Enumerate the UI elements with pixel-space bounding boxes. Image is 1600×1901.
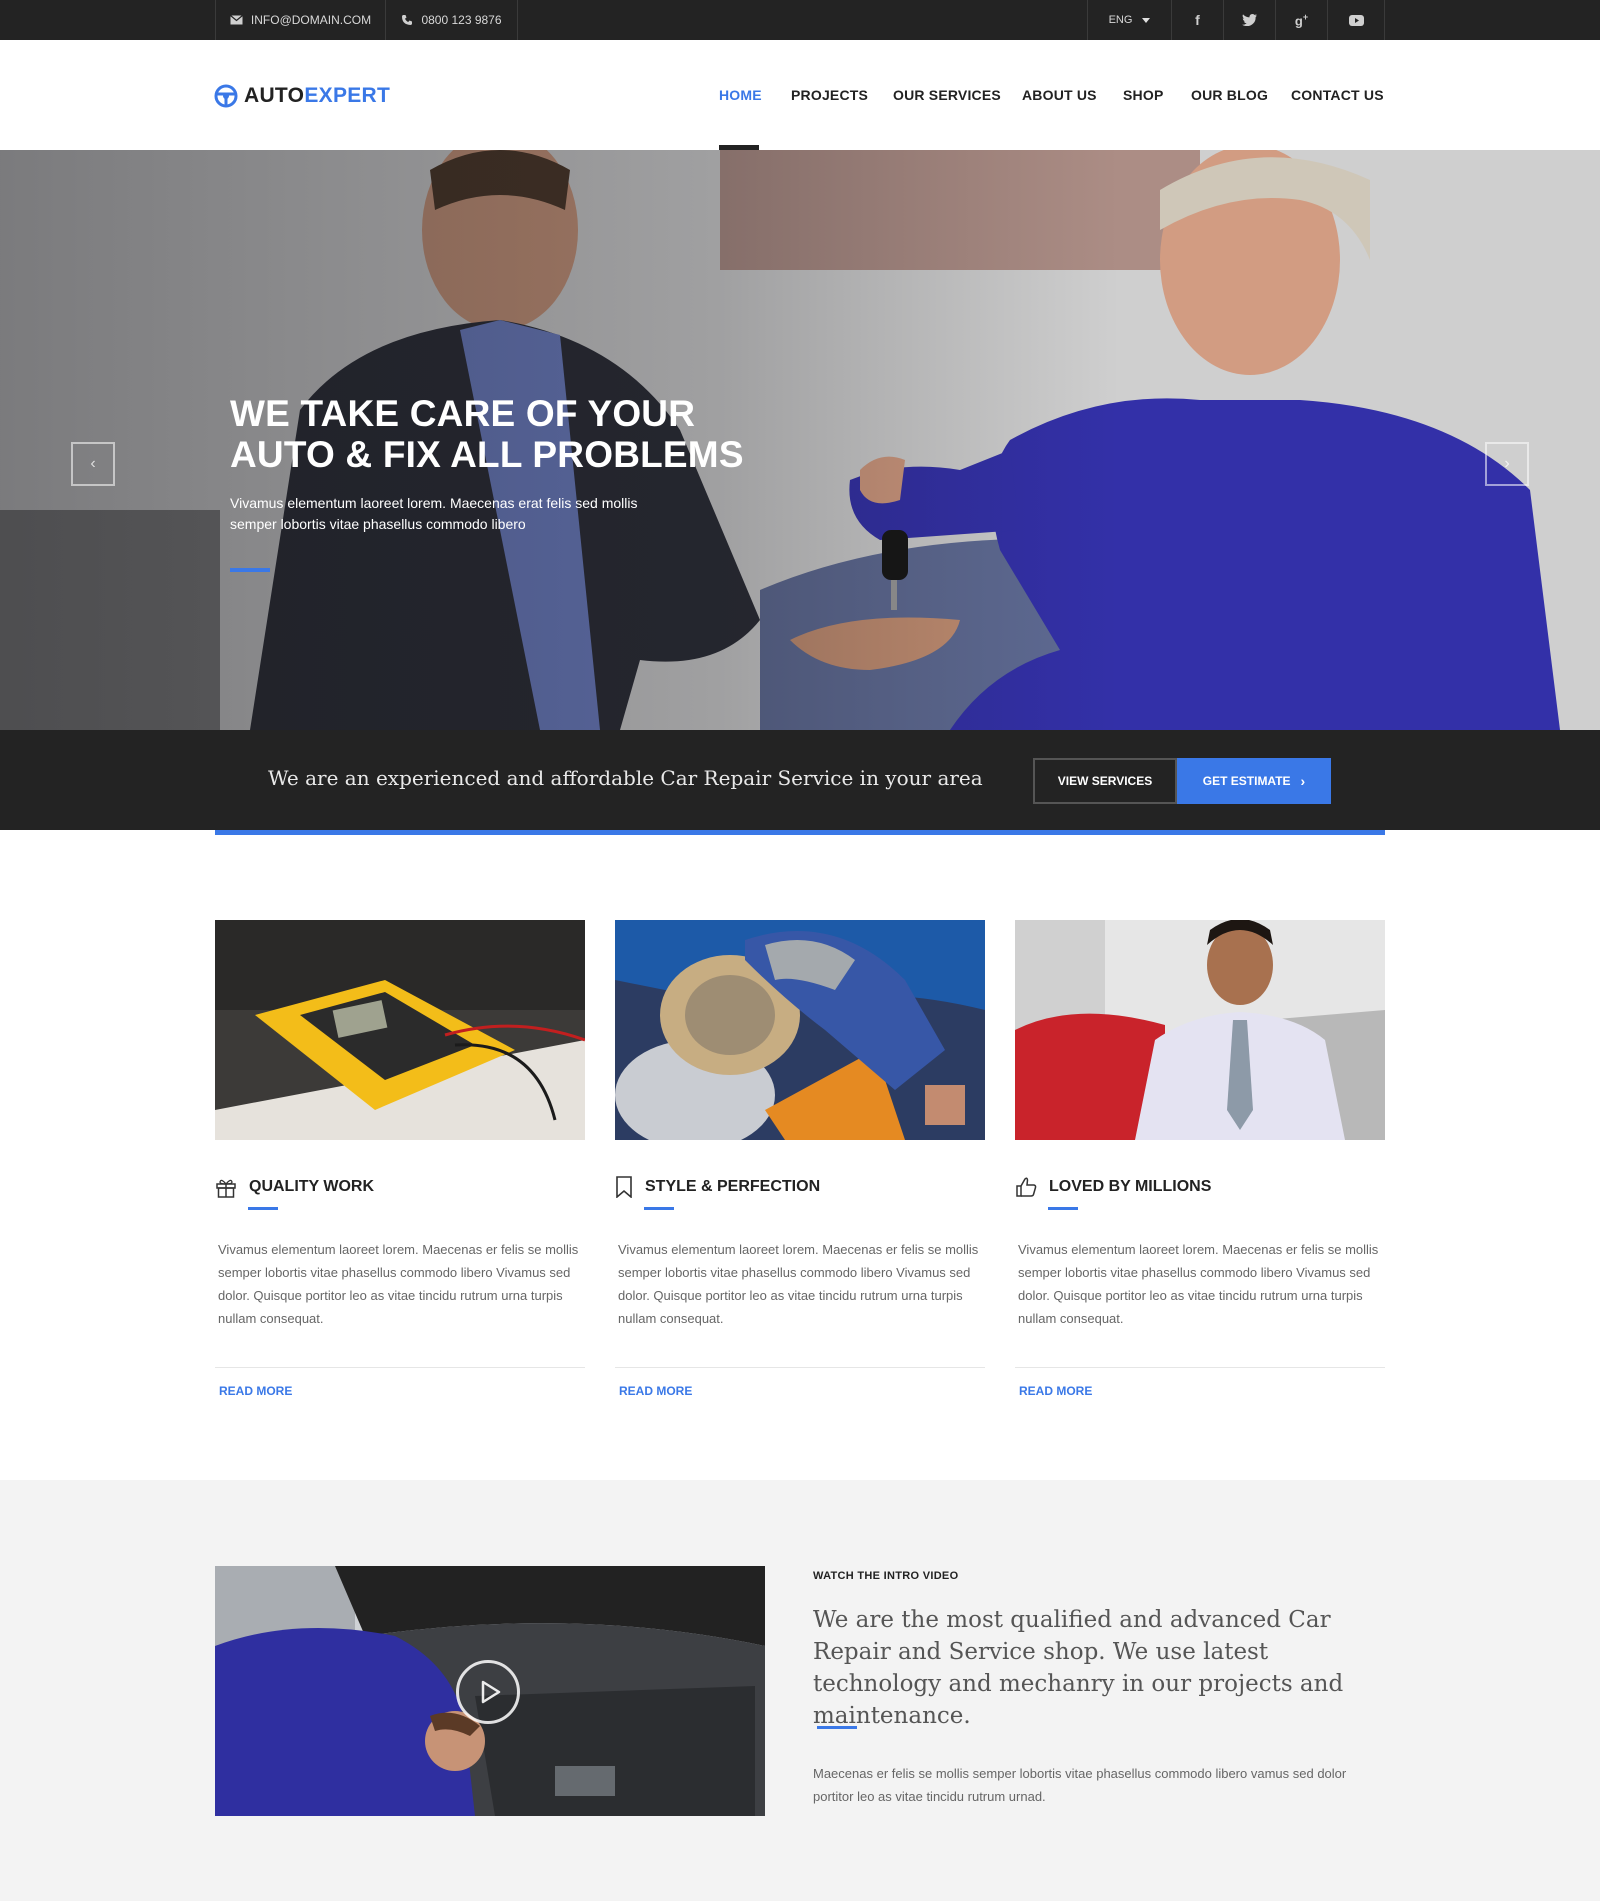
- nav-home[interactable]: HOME: [719, 40, 762, 150]
- feature-title: QUALITY WORK: [215, 1176, 374, 1198]
- phone-icon: [401, 14, 413, 26]
- gift-icon: [215, 1176, 237, 1198]
- cta-text: We are an experienced and affordable Car…: [268, 766, 983, 790]
- intro-video-player[interactable]: [215, 1566, 765, 1816]
- twitter-link[interactable]: [1223, 0, 1275, 40]
- play-button[interactable]: [456, 1660, 520, 1724]
- feature-image-polisher: [615, 920, 985, 1140]
- feature-divider: [215, 1367, 585, 1368]
- feature-image-multimeter: [215, 920, 585, 1140]
- feature-description: Vivamus elementum laoreet lorem. Maecena…: [618, 1242, 979, 1326]
- get-estimate-button[interactable]: GET ESTIMATE ›: [1177, 758, 1331, 804]
- feature-accent-bar: [644, 1207, 674, 1210]
- bookmark-icon: [615, 1176, 633, 1198]
- phone-link[interactable]: 0800 123 9876: [385, 0, 518, 40]
- slider-next-button[interactable]: ›: [1485, 442, 1529, 486]
- intro-accent-bar: [817, 1726, 857, 1729]
- feature-title: LOVED BY MILLIONS: [1015, 1176, 1211, 1198]
- intro-text: Maecenas er felis se mollis semper lobor…: [813, 1766, 1347, 1804]
- feature-divider: [1015, 1367, 1385, 1368]
- intro-heading: We are the most qualified and advanced C…: [813, 1607, 1344, 1729]
- facebook-link[interactable]: f: [1171, 0, 1223, 40]
- site-header: AUTO EXPERT HOME PROJECTS OUR SERVICES AB…: [0, 40, 1600, 150]
- email-link[interactable]: INFO@DOMAIN.COM: [215, 0, 385, 40]
- intro-kicker: WATCH THE INTRO VIDEO: [813, 1570, 959, 1582]
- google-plus-icon: g+: [1294, 11, 1309, 29]
- nav-our-blog[interactable]: OUR BLOG: [1191, 40, 1268, 150]
- site-logo[interactable]: AUTO EXPERT: [214, 84, 390, 108]
- feature-title-text: STYLE & PERFECTION: [645, 1178, 821, 1195]
- top-bar: INFO@DOMAIN.COM 0800 123 9876 ENG f g+: [0, 0, 1600, 40]
- phone-text: 0800 123 9876: [421, 13, 502, 27]
- feature-title-text: QUALITY WORK: [249, 1178, 375, 1195]
- feature-quality-work: QUALITY WORK Vivamus elementum laoreet l…: [215, 920, 585, 1398]
- feature-accent-bar: [1048, 1207, 1078, 1210]
- hero-accent-bar: [230, 568, 270, 572]
- view-services-button[interactable]: VIEW SERVICES: [1033, 758, 1177, 804]
- read-more-link[interactable]: READ MORE: [1019, 1384, 1092, 1398]
- nav-contact-us[interactable]: CONTACT US: [1291, 40, 1384, 150]
- hero-slider: ‹ › WE TAKE CARE OF YOUR AUTO & FIX ALL …: [0, 150, 1600, 730]
- nav-about-us[interactable]: ABOUT US: [1022, 40, 1097, 150]
- language-label: ENG: [1108, 14, 1133, 26]
- chevron-left-icon: ‹: [90, 455, 96, 472]
- hero-subtitle: Vivamus elementum laoreet lorem. Maecena…: [230, 493, 650, 535]
- twitter-icon: [1242, 14, 1257, 26]
- feature-title-text: LOVED BY MILLIONS: [1049, 1178, 1212, 1195]
- nav-our-services[interactable]: OUR SERVICES: [893, 40, 1001, 150]
- read-more-link[interactable]: READ MORE: [219, 1384, 292, 1398]
- steering-wheel-icon: [214, 84, 238, 108]
- intro-video-section: WATCH THE INTRO VIDEO We are the most qu…: [0, 1480, 1600, 1901]
- chevron-right-icon: ›: [1300, 773, 1306, 789]
- feature-description: Vivamus elementum laoreet lorem. Maecena…: [1018, 1242, 1379, 1326]
- play-icon: [481, 1680, 501, 1704]
- google-plus-link[interactable]: g+: [1275, 0, 1327, 40]
- logo-text-expert: EXPERT: [304, 84, 391, 107]
- feature-divider: [615, 1367, 985, 1368]
- nav-shop[interactable]: SHOP: [1123, 40, 1163, 150]
- read-more-link[interactable]: READ MORE: [619, 1384, 692, 1398]
- hero-subtitle-line-1: Vivamus elementum laoreet lorem. Maecena…: [230, 495, 638, 511]
- youtube-link[interactable]: [1327, 0, 1385, 40]
- envelope-icon: [230, 15, 243, 25]
- get-estimate-label: GET ESTIMATE: [1202, 774, 1291, 788]
- feature-loved-by-millions: LOVED BY MILLIONS Vivamus elementum laor…: [1015, 920, 1385, 1398]
- language-selector[interactable]: ENG: [1087, 0, 1171, 40]
- feature-accent-bar: [248, 1207, 278, 1210]
- hero-title-line-2: AUTO & FIX ALL PROBLEMS: [230, 434, 744, 475]
- thumbs-up-icon: [1015, 1176, 1037, 1198]
- hero-title-line-1: WE TAKE CARE OF YOUR: [230, 393, 696, 434]
- feature-image-salesman: [1015, 920, 1385, 1140]
- feature-title: STYLE & PERFECTION: [615, 1176, 820, 1198]
- email-text: INFO@DOMAIN.COM: [250, 13, 372, 27]
- chevron-right-icon: ›: [1504, 455, 1510, 472]
- feature-description: Vivamus elementum laoreet lorem. Maecena…: [218, 1242, 579, 1326]
- cta-strip: We are an experienced and affordable Car…: [0, 730, 1600, 830]
- cta-accent-line: [215, 830, 1385, 835]
- youtube-icon: [1348, 14, 1364, 26]
- feature-style-perfection: STYLE & PERFECTION Vivamus elementum lao…: [615, 920, 985, 1398]
- slider-prev-button[interactable]: ‹: [71, 442, 115, 486]
- hero-title: WE TAKE CARE OF YOUR AUTO & FIX ALL PROB…: [230, 393, 744, 475]
- nav-projects[interactable]: PROJECTS: [791, 40, 868, 150]
- hero-subtitle-line-2: semper lobortis vitae phasellus commodo …: [230, 516, 526, 532]
- caret-down-icon: [1142, 17, 1151, 23]
- logo-text-auto: AUTO: [244, 84, 305, 107]
- facebook-icon: f: [1195, 12, 1200, 28]
